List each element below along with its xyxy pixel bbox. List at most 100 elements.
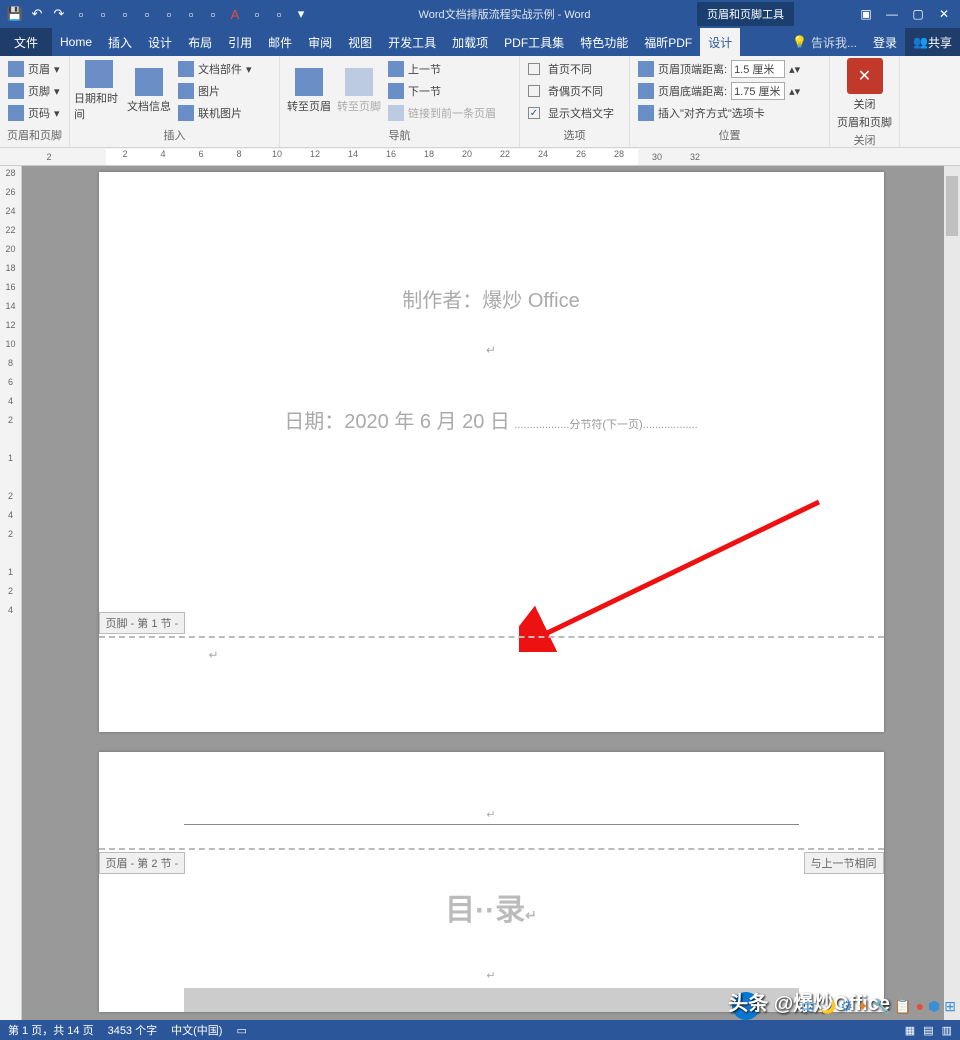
tab-home[interactable]: Home: [52, 28, 100, 56]
odd-even-different-checkbox[interactable]: 奇偶页不同: [524, 80, 625, 102]
toc-heading: 目··录↵: [99, 885, 884, 929]
login-button[interactable]: 登录: [865, 28, 905, 56]
page-number-button[interactable]: 页码 ▾: [4, 102, 65, 124]
word-count[interactable]: 3453 个字: [108, 1022, 158, 1038]
tab-references[interactable]: 引用: [220, 28, 260, 56]
macro-icon[interactable]: ▭: [236, 1024, 246, 1037]
docinfo-button[interactable]: 文档信息: [124, 58, 174, 124]
tab-special[interactable]: 特色功能: [572, 28, 636, 56]
qat-icon[interactable]: ▫: [246, 3, 268, 25]
language-status[interactable]: 中文(中国): [171, 1022, 222, 1038]
tray-icon[interactable]: 📋: [894, 998, 911, 1018]
tab-review[interactable]: 审阅: [300, 28, 340, 56]
web-layout-icon[interactable]: ▥: [942, 1024, 952, 1037]
scrollbar-thumb[interactable]: [946, 176, 958, 236]
ribbon: 页眉 ▾ 页脚 ▾ 页码 ▾ 页眉和页脚 日期和时间 文档信息 文档部件 ▾ 图…: [0, 56, 960, 148]
quick-access-toolbar: 💾 ↶ ↷ ▫ ▫ ▫ ▫ ▫ ▫ ▫ A ▫ ▫ ▾: [0, 3, 312, 25]
group-label: 位置: [634, 125, 825, 145]
document-area[interactable]: 制作者：爆炒 Office ↵ 日期：2020 年 6 月 20 日 .....…: [22, 166, 960, 1020]
tab-insert[interactable]: 插入: [100, 28, 140, 56]
top-distance-input[interactable]: 1.5 厘米: [731, 60, 785, 78]
close-header-footer-button[interactable]: ✕ 关闭 页眉和页脚: [837, 58, 892, 130]
quickparts-button[interactable]: 文档部件 ▾: [174, 58, 256, 80]
window-controls: ▣ — ▢ ✕: [854, 3, 956, 25]
page-count[interactable]: 第 1 页，共 14 页: [8, 1022, 94, 1038]
qat-dropdown-icon[interactable]: ▾: [290, 3, 312, 25]
qat-icon[interactable]: ▫: [136, 3, 158, 25]
next-section-button[interactable]: 下一节: [384, 80, 500, 102]
tab-foxit[interactable]: 福昕PDF: [636, 28, 700, 56]
vertical-ruler[interactable]: 2826242220181614121086421242124: [0, 166, 22, 1020]
datetime-button[interactable]: 日期和时间: [74, 58, 124, 124]
tab-design[interactable]: 设计: [140, 28, 180, 56]
tray-icon[interactable]: ⚙: [840, 998, 853, 1018]
header-boundary: [99, 848, 884, 850]
redo-icon[interactable]: ↷: [48, 3, 70, 25]
bottom-distance-input[interactable]: 1.75 厘米: [731, 82, 785, 100]
insert-alignment-tab-button[interactable]: 插入"对齐方式"选项卡: [634, 102, 825, 124]
vertical-scrollbar[interactable]: [944, 166, 960, 1020]
first-page-different-checkbox[interactable]: 首页不同: [524, 58, 625, 80]
paragraph-mark: ↵: [99, 969, 884, 982]
tab-developer[interactable]: 开发工具: [380, 28, 444, 56]
bot-dist-icon: [638, 83, 654, 99]
qat-icon[interactable]: ▫: [268, 3, 290, 25]
read-mode-icon[interactable]: ▦: [905, 1024, 915, 1037]
online-picture-button[interactable]: 联机图片: [174, 102, 256, 124]
calendar-icon: [85, 60, 113, 88]
qat-icon[interactable]: A: [224, 3, 246, 25]
undo-icon[interactable]: ↶: [26, 3, 48, 25]
link-icon: [388, 105, 404, 121]
tab-file[interactable]: 文件: [0, 28, 52, 56]
ribbon-options-icon[interactable]: ▣: [854, 3, 878, 25]
maximize-icon[interactable]: ▢: [906, 3, 930, 25]
show-document-text-checkbox[interactable]: ✓显示文档文字: [524, 102, 625, 124]
qat-icon[interactable]: ▫: [202, 3, 224, 25]
next-icon: [388, 83, 404, 99]
horizontal-ruler[interactable]: 2 246810121416182022242628 3032: [0, 148, 960, 166]
footer-button[interactable]: 页脚 ▾: [4, 80, 65, 102]
goto-header-button[interactable]: 转至页眉: [284, 58, 334, 124]
tray-icon[interactable]: ✦: [857, 998, 869, 1018]
qat-icon[interactable]: ▫: [114, 3, 136, 25]
tray-icon[interactable]: 中: [801, 998, 815, 1018]
group-label: 导航: [284, 125, 515, 145]
group-label: 关闭: [854, 130, 876, 150]
section-break-label: ..................分节符(下一页)..............…: [514, 419, 697, 431]
print-layout-icon[interactable]: ▤: [923, 1024, 933, 1037]
tray-icon[interactable]: ⊞: [944, 998, 956, 1018]
tray-icon[interactable]: 🌙: [819, 998, 836, 1018]
qat-icon[interactable]: ▫: [180, 3, 202, 25]
qat-icon[interactable]: ▫: [70, 3, 92, 25]
parts-icon: [178, 61, 194, 77]
header-top-distance[interactable]: 页眉顶端距离:1.5 厘米▴▾: [634, 58, 825, 80]
minimize-icon[interactable]: —: [880, 3, 904, 25]
close-x-icon: ✕: [847, 58, 883, 94]
save-icon[interactable]: 💾: [4, 3, 26, 25]
tray-icon[interactable]: ⬢: [928, 998, 940, 1018]
goto-footer-icon: [345, 68, 373, 96]
footer-bottom-distance[interactable]: 页眉底端距离:1.75 厘米▴▾: [634, 80, 825, 102]
tab-view[interactable]: 视图: [340, 28, 380, 56]
prev-section-button[interactable]: 上一节: [384, 58, 500, 80]
tab-mailings[interactable]: 邮件: [260, 28, 300, 56]
tab-pdf-tools[interactable]: PDF工具集: [496, 28, 572, 56]
menu-bar: 文件 Home 插入 设计 布局 引用 邮件 审阅 视图 开发工具 加载项 PD…: [0, 28, 960, 56]
tab-addins[interactable]: 加载项: [444, 28, 496, 56]
context-tab-label: 页眉和页脚工具: [697, 2, 794, 26]
date-text: 日期：2020 年 6 月 20 日: [284, 411, 510, 433]
prev-icon: [388, 61, 404, 77]
close-icon[interactable]: ✕: [932, 3, 956, 25]
qat-icon[interactable]: ▫: [158, 3, 180, 25]
footer-section-1-tag: 页脚 - 第 1 节 -: [99, 612, 186, 634]
tab-hf-design[interactable]: 设计: [700, 28, 740, 56]
share-button[interactable]: 👥共享: [905, 28, 960, 56]
header-rule: [184, 824, 799, 825]
header-button[interactable]: 页眉 ▾: [4, 58, 65, 80]
tray-icon[interactable]: ●: [916, 998, 924, 1018]
tab-layout[interactable]: 布局: [180, 28, 220, 56]
qat-icon[interactable]: ▫: [92, 3, 114, 25]
tell-me-search[interactable]: 💡告诉我...: [784, 34, 865, 51]
picture-button[interactable]: 图片: [174, 80, 256, 102]
tray-icon[interactable]: 🔧: [873, 998, 890, 1018]
